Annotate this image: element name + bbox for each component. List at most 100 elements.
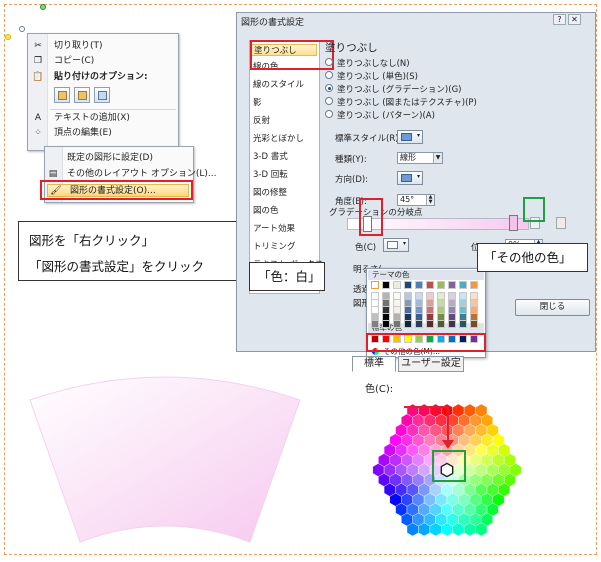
arrow-line — [447, 406, 449, 444]
radio-gradient-fill[interactable] — [325, 84, 333, 92]
radio-no-fill[interactable] — [325, 58, 333, 66]
layout-icon: ▤ — [48, 169, 58, 179]
dialog-title: 図形の書式設定 — [241, 18, 305, 28]
theme-color-swatch[interactable] — [404, 281, 412, 289]
selection-handle[interactable] — [19, 26, 25, 32]
theme-color-swatch[interactable] — [371, 320, 379, 328]
callout-color-white: 「色：白」 — [249, 262, 325, 291]
callout-line-right-click: 図形を「右クリック」 — [29, 233, 155, 248]
menu-item-set-default-shape[interactable]: 既定の図形に設定(D) — [45, 152, 193, 165]
radio-label: 塗りつぶしなし(N) — [337, 59, 410, 69]
radio-solid-fill[interactable] — [325, 71, 333, 79]
highlight-start-stop — [359, 198, 383, 236]
radio-picture-fill[interactable] — [325, 97, 333, 105]
nav-item-artistic-effects[interactable]: アート効果 — [253, 223, 295, 235]
theme-color-swatch[interactable] — [470, 281, 478, 289]
type-select[interactable]: 線形 ▼ — [397, 152, 443, 164]
nav-item-picture-color[interactable]: 図の色 — [253, 205, 279, 217]
preset-label: 標準スタイル(R): — [335, 134, 402, 144]
callout-text: 「色：白」 — [258, 269, 321, 284]
type-value: 線形 — [400, 153, 416, 162]
nav-item-picture-corrections[interactable]: 図の修整 — [253, 187, 287, 199]
theme-color-swatch[interactable] — [426, 320, 434, 328]
theme-color-swatch[interactable] — [459, 281, 467, 289]
fan-shape[interactable] — [25, 372, 305, 552]
section-title: 塗りつぶし — [325, 42, 378, 54]
theme-color-swatch[interactable] — [448, 320, 456, 328]
theme-color-swatch[interactable] — [415, 281, 423, 289]
nav-item-shadow[interactable]: 影 — [253, 97, 262, 109]
theme-color-swatch[interactable] — [393, 281, 401, 289]
dialog-nav-list: 塗りつぶし 線の色 線のスタイル 影 反射 光彩とぼかし 3-D 書式 3-D … — [249, 40, 323, 294]
menu-item-label: テキストの追加(X) — [54, 113, 130, 123]
menu-item-cut[interactable]: ✂ 切り取り(T) — [28, 40, 178, 53]
color-label: 色(C) — [355, 243, 377, 253]
theme-color-swatch[interactable] — [470, 320, 478, 328]
angle-value: 45° — [400, 195, 415, 204]
theme-color-swatch[interactable] — [459, 320, 467, 328]
theme-color-swatch[interactable] — [393, 320, 401, 328]
radio-pattern-fill[interactable] — [325, 110, 333, 118]
arrow-head — [442, 440, 454, 449]
scissors-icon: ✂ — [34, 41, 42, 51]
paste-icon: 📋 — [32, 72, 44, 82]
highlight-white-cell — [432, 450, 466, 482]
callout-other-color: 「その他の色」 — [477, 243, 588, 272]
tab-standard[interactable]: 標準 — [352, 356, 396, 372]
theme-color-swatch[interactable] — [371, 281, 379, 289]
menu-item-label: 切り取り(T) — [54, 41, 103, 51]
menu-item-edit-points[interactable]: ⁘ 頂点の編集(E) — [28, 127, 178, 140]
nav-item-3d-rotation[interactable]: 3-D 回転 — [253, 169, 288, 181]
paste-keep-format-button[interactable] — [54, 87, 70, 103]
remove-stop-button[interactable] — [556, 217, 566, 229]
tab-custom[interactable]: ユーザー設定 — [398, 356, 464, 372]
instruction-callout: 図形を「右クリック」 「図形の書式設定」をクリック — [18, 221, 248, 281]
menu-item-copy[interactable]: ❐ コピー(C) — [28, 55, 178, 68]
help-button[interactable]: ? — [553, 14, 566, 25]
radio-label: 塗りつぶし (パターン)(A) — [337, 111, 435, 121]
menu-item-label: 頂点の編集(E) — [54, 128, 112, 138]
theme-color-swatch[interactable] — [448, 281, 456, 289]
theme-color-swatch[interactable] — [426, 281, 434, 289]
theme-color-swatch[interactable] — [382, 320, 390, 328]
preset-gradient-button[interactable]: ▾ — [397, 130, 423, 144]
close-button-label: 閉じる — [539, 302, 566, 312]
highlight-fill-nav — [250, 40, 334, 70]
highlight-format-shape — [40, 180, 193, 200]
theme-color-swatch[interactable] — [415, 320, 423, 328]
angle-spinner[interactable]: 45° ▲ ▼ — [397, 194, 435, 206]
tab-label: 標準 — [364, 358, 384, 369]
close-button[interactable]: 閉じる — [515, 299, 590, 316]
theme-color-swatch[interactable] — [382, 281, 390, 289]
radio-label: 塗りつぶし (図またはテクスチャ)(P) — [337, 98, 477, 108]
paste-picture-button[interactable] — [74, 87, 90, 103]
menu-separator — [50, 109, 176, 110]
theme-color-swatch[interactable] — [404, 320, 412, 328]
gradient-stop-end[interactable] — [509, 215, 518, 231]
edit-points-icon: ⁘ — [34, 128, 42, 138]
direction-button[interactable]: ▾ — [397, 171, 423, 185]
menu-item-label: 既定の図形に設定(D) — [67, 153, 153, 163]
theme-color-swatch[interactable] — [437, 281, 445, 289]
nav-item-crop[interactable]: トリミング — [253, 241, 296, 253]
color-picker-button[interactable]: ▾ — [383, 238, 409, 252]
menu-item-add-text[interactable]: A テキストの追加(X) — [28, 112, 178, 125]
theme-color-swatch[interactable] — [437, 320, 445, 328]
tab-label: ユーザー設定 — [401, 358, 461, 369]
rotate-handle[interactable] — [40, 4, 46, 10]
paste-text-button[interactable] — [94, 87, 110, 103]
menu-item-paste-options: 📋 貼り付けのオプション: — [28, 71, 178, 84]
highlight-more-colors — [366, 333, 486, 352]
callout-text: 「その他の色」 — [484, 250, 572, 265]
nav-item-3d-format[interactable]: 3-D 書式 — [253, 151, 288, 163]
nav-item-line-style[interactable]: 線のスタイル — [253, 79, 304, 91]
selection-handle[interactable] — [5, 34, 11, 40]
copy-icon: ❐ — [33, 56, 43, 66]
context-menu: ✂ 切り取り(T) ❐ コピー(C) 📋 貼り付けのオプション: A テキストの… — [27, 33, 179, 151]
nav-item-reflection[interactable]: 反射 — [253, 115, 270, 127]
radio-label: 塗りつぶし (単色)(S) — [337, 72, 418, 82]
theme-colors-header: テーマの色 — [368, 270, 484, 280]
nav-item-glow[interactable]: 光彩とぼかし — [253, 133, 304, 145]
dialog-close-x-button[interactable]: ✕ — [568, 14, 581, 25]
callout-line-format-shape: 「図形の書式設定」をクリック — [29, 259, 205, 274]
